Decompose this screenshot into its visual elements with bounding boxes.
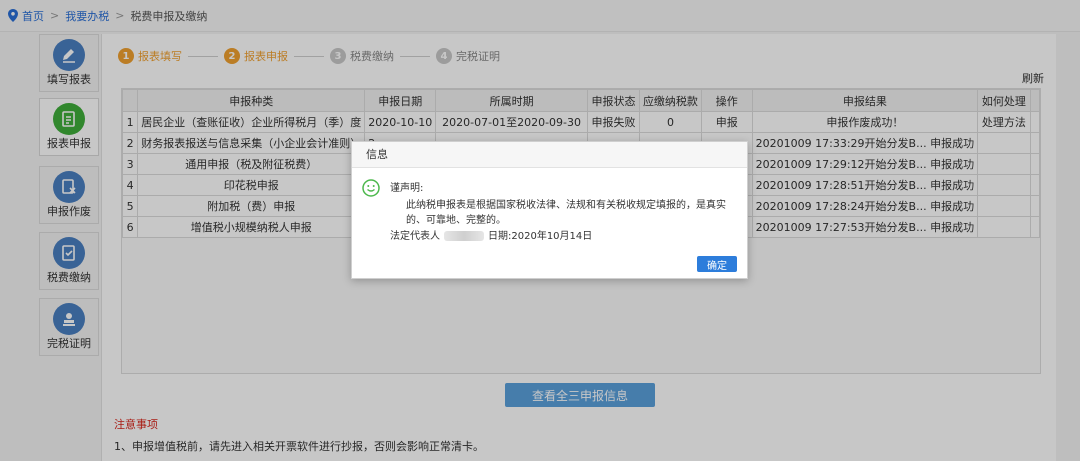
dialog-signature-line: 法定代表人 日期:2020年10月14日 xyxy=(390,229,592,244)
redacted-name xyxy=(444,231,484,241)
dialog-title: 信息 xyxy=(352,142,747,168)
dialog-heading: 谨声明: xyxy=(390,183,424,194)
legal-rep-label: 法定代表人 xyxy=(390,231,440,242)
smile-icon xyxy=(362,179,380,197)
dialog-ok-button[interactable]: 确定 xyxy=(697,256,737,272)
info-dialog: 信息 谨声明: 此纳税申报表是根据国家税收法律、法规和有关税收规定填报的，是真实… xyxy=(351,141,748,279)
dialog-declaration: 此纳税申报表是根据国家税收法律、法规和有关税收规定填报的，是真实的、可靠地、完整… xyxy=(406,200,726,226)
dialog-date: 日期:2020年10月14日 xyxy=(488,231,593,242)
